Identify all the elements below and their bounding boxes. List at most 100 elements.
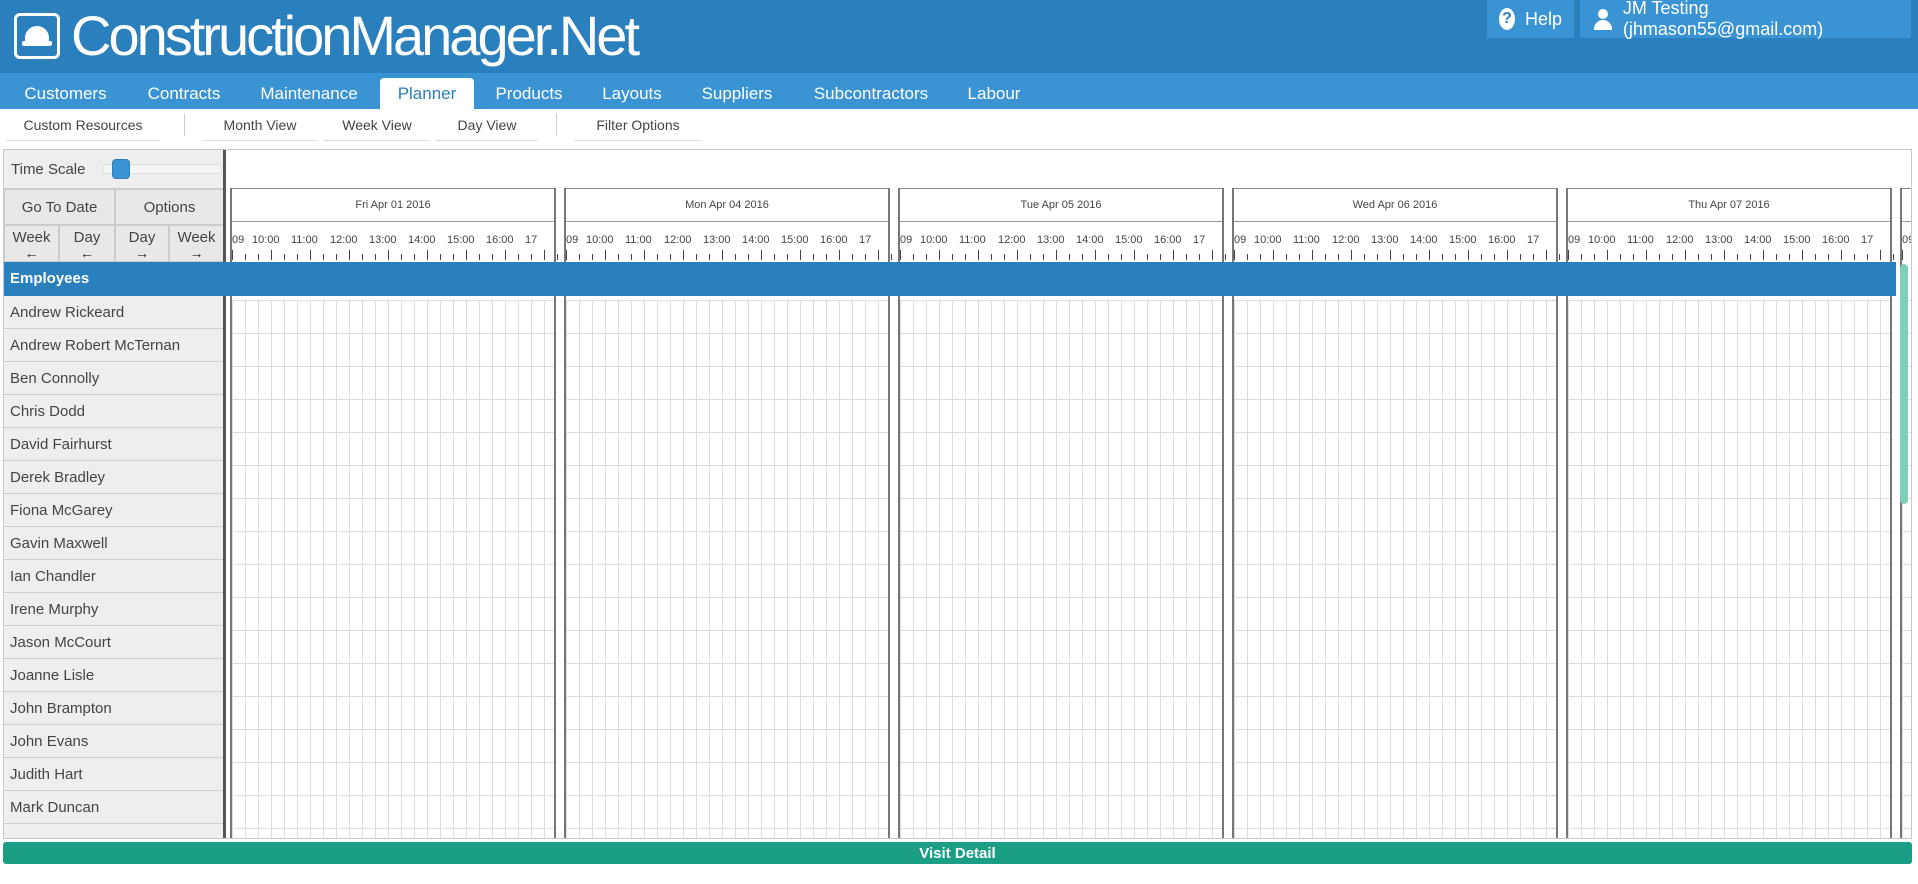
timeline[interactable]: Fri Apr 01 2016 09 10:00 11:00 12:00 13:00 14:… xyxy=(226,150,1911,838)
hour-label: 14:00 xyxy=(1744,234,1772,246)
employee-name: Gavin Maxwell xyxy=(10,535,108,552)
nav-suppliers[interactable]: Suppliers xyxy=(688,78,786,109)
subnav-custom-resources[interactable]: Custom Resources xyxy=(6,109,160,141)
employee-name: Irene Murphy xyxy=(10,601,99,618)
hour-tick xyxy=(505,250,506,260)
hour-scale: 09 10:00 11:00 12:00 13:00 14:00 15:00 16:00 17 xyxy=(900,222,1226,260)
hour-tick xyxy=(1854,254,1855,260)
nav-subcontractors[interactable]: Subcontractors xyxy=(798,78,944,109)
subnav-week-view[interactable]: Week View xyxy=(324,109,430,141)
employee-row[interactable]: Mark Duncan xyxy=(4,791,224,824)
employee-name: David Fairhurst xyxy=(10,436,112,453)
hour-label: 17 xyxy=(859,234,872,246)
hour-tick xyxy=(297,254,298,260)
employees-group-label: Employees xyxy=(10,270,90,287)
time-scale-label: Time Scale xyxy=(11,160,86,178)
options-button[interactable]: Options xyxy=(115,189,224,225)
subnav-filter-options[interactable]: Filter Options xyxy=(574,109,702,141)
app-logo[interactable]: ConstructionManager.Net xyxy=(14,8,640,64)
nav-planner[interactable]: Planner xyxy=(380,78,474,109)
employee-row[interactable]: Andrew Rickeard xyxy=(4,296,224,329)
subnav-month-view[interactable]: Month View xyxy=(202,109,318,141)
help-button[interactable]: ? Help xyxy=(1487,0,1574,38)
employee-row[interactable]: Andrew Robert McTernan xyxy=(4,329,224,362)
hour-tick xyxy=(891,254,892,260)
hour-tick xyxy=(852,254,853,260)
nav-labour[interactable]: Labour xyxy=(952,78,1036,109)
grid-divider[interactable] xyxy=(223,150,226,838)
employee-row[interactable]: Jason McCourt xyxy=(4,626,224,659)
schedule-grid[interactable] xyxy=(1234,300,1556,838)
employee-row[interactable]: John Brampton xyxy=(4,692,224,725)
hour-tick xyxy=(518,254,519,260)
hour-tick xyxy=(965,254,966,260)
nav-contracts[interactable]: Contracts xyxy=(130,78,238,109)
employees-group-header[interactable]: Employees xyxy=(4,262,1896,296)
arrow-left-icon: ← xyxy=(24,244,39,261)
employee-row[interactable]: Joanne Lisle xyxy=(4,659,224,692)
go-to-date-button[interactable]: Go To Date xyxy=(4,189,115,225)
employee-row[interactable]: John Evans xyxy=(4,725,224,758)
nav-customers[interactable]: Customers xyxy=(8,78,123,109)
time-scale-slider[interactable] xyxy=(112,159,131,179)
hour-tick xyxy=(1134,250,1135,260)
employee-row[interactable]: Chris Dodd xyxy=(4,395,224,428)
employee-row[interactable]: Ben Connolly xyxy=(4,362,224,395)
schedule-grid[interactable] xyxy=(232,300,554,838)
hour-tick xyxy=(1069,254,1070,260)
previous-week-button[interactable]: Week ← xyxy=(4,225,59,262)
employee-row[interactable]: David Fairhurst xyxy=(4,428,224,461)
hour-label: 17 xyxy=(1527,234,1540,246)
hour-tick xyxy=(310,250,311,260)
employee-row[interactable] xyxy=(4,824,224,838)
employee-row[interactable]: Derek Bradley xyxy=(4,461,224,494)
nav-maintenance[interactable]: Maintenance xyxy=(245,78,373,109)
employee-row[interactable]: Gavin Maxwell xyxy=(4,527,224,560)
hour-tick xyxy=(657,254,658,260)
hour-tick xyxy=(631,254,632,260)
hour-tick xyxy=(926,254,927,260)
next-week-button[interactable]: Week → xyxy=(169,225,224,262)
hour-label: 15:00 xyxy=(447,234,475,246)
vertical-scrollbar[interactable] xyxy=(1900,264,1908,504)
hour-tick xyxy=(1737,254,1738,260)
hour-label: 15:00 xyxy=(1449,234,1477,246)
previous-day-button[interactable]: Day ← xyxy=(59,225,115,262)
employee-row[interactable]: Judith Hart xyxy=(4,758,224,791)
hour-label: 14:00 xyxy=(1410,234,1438,246)
employee-row[interactable]: Fiona McGarey xyxy=(4,494,224,527)
day-header: Fri Apr 01 2016 xyxy=(232,188,554,222)
hour-tick xyxy=(1273,250,1274,260)
hour-label: 17 xyxy=(1861,234,1874,246)
hour-tick xyxy=(1867,254,1868,260)
user-account-button[interactable]: JM Testing (jhmason55@gmail.com) xyxy=(1580,0,1911,39)
nav-layouts[interactable]: Layouts xyxy=(585,78,679,109)
next-day-button[interactable]: Day → xyxy=(115,225,169,262)
employee-row[interactable]: Ian Chandler xyxy=(4,560,224,593)
hour-tick xyxy=(1481,254,1482,260)
hour-label: 12:00 xyxy=(998,234,1026,246)
hour-tick xyxy=(865,254,866,260)
hour-tick xyxy=(1364,254,1365,260)
schedule-grid[interactable] xyxy=(900,300,1222,838)
hour-tick xyxy=(722,250,723,260)
hour-label: 13:00 xyxy=(1371,234,1399,246)
employee-name: Jason McCourt xyxy=(10,634,111,651)
hour-tick xyxy=(388,250,389,260)
hour-tick xyxy=(1247,254,1248,260)
visit-detail-bar[interactable]: Visit Detail xyxy=(3,842,1912,864)
planner-panel: Time Scale Go To Date Options Week ← Day… xyxy=(3,149,1912,839)
employee-name: Chris Dodd xyxy=(10,403,86,420)
nav-products[interactable]: Products xyxy=(482,78,576,109)
hour-tick xyxy=(323,254,324,260)
schedule-grid[interactable] xyxy=(566,300,888,838)
hour-tick xyxy=(479,254,480,260)
hour-tick xyxy=(1173,250,1174,260)
hour-tick xyxy=(1403,254,1404,260)
schedule-grid[interactable] xyxy=(1568,300,1890,838)
hour-tick xyxy=(939,250,940,260)
hour-tick xyxy=(1607,250,1608,260)
subnav-day-view[interactable]: Day View xyxy=(436,109,538,141)
employee-row[interactable]: Irene Murphy xyxy=(4,593,224,626)
day-header: Mon Apr 04 2016 xyxy=(566,188,888,222)
